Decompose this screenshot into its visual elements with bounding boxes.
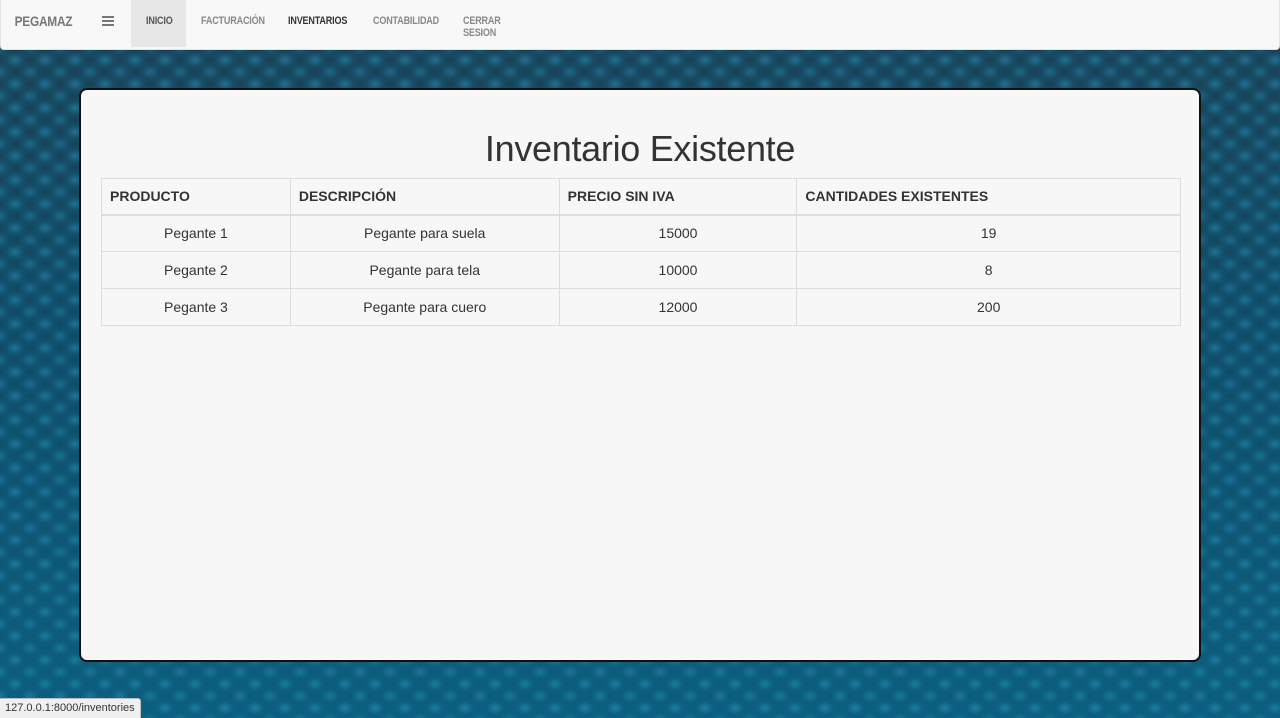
table-row: Pegante 3 Pegante para cuero 12000 200 [101, 288, 1181, 326]
inventory-table: PRODUCTO DESCRIPCIÓN PRECIO SIN IVA CANT… [101, 178, 1181, 326]
table-header-row: PRODUCTO DESCRIPCIÓN PRECIO SIN IVA CANT… [101, 178, 1181, 216]
column-header-cantidades: CANTIDADES EXISTENTES [796, 178, 1181, 216]
nav-item-facturacion[interactable]: FACTURACIÓN [186, 0, 273, 47]
nav-item-label: INVENTARIOS [288, 15, 348, 27]
nav-item-label: CERRAR SESION [463, 15, 501, 39]
nav-item-label: INICIO [146, 15, 173, 27]
table-cell-cantidad: 19 [796, 214, 1181, 252]
table-row: Pegante 1 Pegante para suela 15000 19 [101, 214, 1181, 252]
brand-logo[interactable]: PEGAMAZ [1, 0, 73, 42]
table-cell-cantidad: 8 [796, 251, 1181, 289]
browser-status-url: 127.0.0.1:8000/inventories [0, 698, 141, 718]
table-cell-producto: Pegante 3 [101, 288, 291, 326]
top-navbar: PEGAMAZ INICIO FACTURACIÓN INVENTARIOS C… [0, 0, 1280, 50]
table-row: Pegante 2 Pegante para tela 10000 8 [101, 251, 1181, 289]
nav-item-contabilidad[interactable]: CONTABILIDAD [358, 0, 448, 47]
nav-item-cerrar-sesion[interactable]: CERRAR SESION [448, 0, 538, 47]
table-cell-precio: 10000 [558, 251, 798, 289]
nav-item-inicio[interactable]: INICIO [131, 0, 186, 47]
page-title: Inventario Existente [484, 128, 796, 169]
table-cell-descripcion: Pegante para cuero [289, 288, 560, 326]
nav-item-label: FACTURACIÓN [201, 15, 265, 27]
table-cell-precio: 15000 [558, 214, 798, 252]
hamburger-menu-icon[interactable] [85, 0, 131, 42]
table-cell-producto: Pegante 1 [101, 214, 291, 252]
table-cell-cantidad: 200 [796, 288, 1181, 326]
table-cell-precio: 12000 [558, 288, 798, 326]
inventory-panel: Inventario Existente PRODUCTO DESCRIPCIÓ… [79, 88, 1201, 662]
nav-item-inventarios[interactable]: INVENTARIOS [273, 0, 358, 47]
nav-item-label: CONTABILIDAD [373, 15, 440, 27]
column-header-producto: PRODUCTO [101, 178, 291, 216]
table-cell-descripcion: Pegante para suela [289, 214, 560, 252]
column-header-descripcion: DESCRIPCIÓN [289, 178, 560, 216]
column-header-precio: PRECIO SIN IVA [558, 178, 798, 216]
table-cell-descripcion: Pegante para tela [289, 251, 560, 289]
table-cell-producto: Pegante 2 [101, 251, 291, 289]
